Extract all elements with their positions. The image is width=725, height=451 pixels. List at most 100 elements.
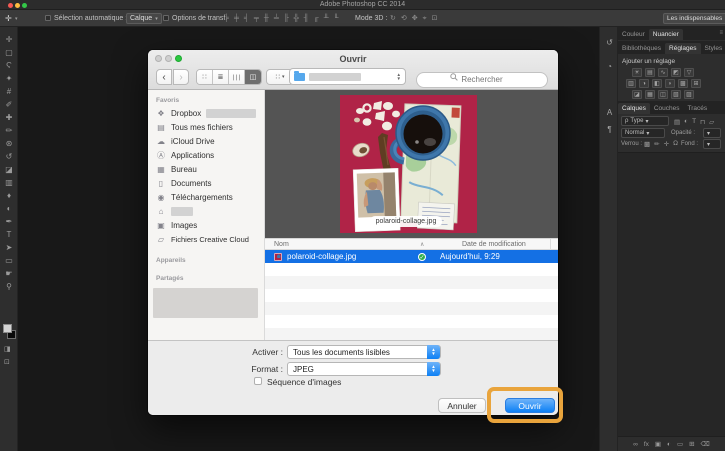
- empty-list-row[interactable]: [265, 289, 558, 302]
- adjustment-icon[interactable]: ▧: [671, 90, 681, 99]
- sidebar-item-applications[interactable]: Ⓐ Applications: [156, 149, 261, 162]
- brush-tool[interactable]: ✏: [1, 124, 17, 137]
- icon-view-button[interactable]: ∷: [197, 70, 213, 84]
- layer-filter-icon[interactable]: ◐: [684, 118, 688, 126]
- tab-bibliotheques[interactable]: Bibliothèques: [618, 43, 665, 54]
- character-panel-icon[interactable]: A: [600, 108, 619, 117]
- screen-mode-icon[interactable]: ⊡: [4, 358, 10, 366]
- sidebar-item-downloads[interactable]: ◉ Téléchargements: [156, 191, 261, 204]
- adjustment-icon[interactable]: ☀: [632, 68, 642, 77]
- align-icon[interactable]: ╬: [294, 14, 299, 23]
- eraser-tool[interactable]: ◪: [1, 163, 17, 176]
- sidebar-item-documents[interactable]: ▯ Documents: [156, 177, 261, 190]
- adjustment-icon[interactable]: ▦: [645, 90, 655, 99]
- adjustment-icon[interactable]: ∿: [658, 68, 668, 77]
- auto-select-target-dropdown[interactable]: Calque ▾: [126, 13, 162, 24]
- workspace-dropdown[interactable]: Les indispensables ▾: [663, 13, 725, 24]
- enable-select[interactable]: Tous les documents lisibles ▲ ▼: [287, 345, 441, 359]
- blend-mode-dropdown[interactable]: Normal ▾: [621, 128, 665, 138]
- sidebar-item-creative-cloud-files[interactable]: ▱ Fichiers Creative Cloud: [156, 233, 261, 246]
- lock-icon[interactable]: ✛: [664, 140, 669, 148]
- history-brush-tool[interactable]: ↺: [1, 150, 17, 163]
- tab-reglages[interactable]: Réglages: [665, 43, 701, 54]
- eyedropper-tool[interactable]: ✐: [1, 98, 17, 111]
- link-layers-icon[interactable]: ∞: [633, 441, 638, 448]
- sidebar-item-images[interactable]: ▣ Images: [156, 219, 261, 232]
- panel-menu-icon[interactable]: ≡: [719, 30, 723, 36]
- paragraph-panel-icon[interactable]: ¶: [600, 125, 619, 134]
- zoom-tool[interactable]: ⚲: [1, 280, 17, 293]
- lock-icon[interactable]: ▩: [644, 140, 650, 148]
- align-icon[interactable]: ╙: [334, 14, 339, 23]
- align-icon[interactable]: ╧: [274, 14, 279, 23]
- hand-tool[interactable]: ☛: [1, 267, 17, 280]
- pen-tool[interactable]: ✒: [1, 215, 17, 228]
- empty-list-row[interactable]: [265, 315, 558, 328]
- sidebar-item-icloud-drive[interactable]: ☁ iCloud Drive: [156, 135, 261, 148]
- align-icon[interactable]: ╡: [244, 14, 249, 23]
- tab-nuancier[interactable]: Nuancier: [648, 29, 683, 40]
- lock-icon[interactable]: Ω: [673, 140, 678, 148]
- layer-filter-icon[interactable]: T: [692, 118, 696, 126]
- align-icon[interactable]: ╢: [304, 14, 309, 23]
- mode-3d-icon[interactable]: ⊡: [432, 14, 438, 23]
- fill-dropdown[interactable]: ▾: [703, 139, 721, 149]
- clone-stamp-tool[interactable]: ⊛: [1, 137, 17, 150]
- adjustment-icon[interactable]: ◑: [639, 79, 649, 88]
- adjustment-icon[interactable]: ◫: [658, 90, 668, 99]
- preview-image[interactable]: [340, 95, 477, 233]
- tab-calques[interactable]: Calques: [618, 103, 650, 114]
- adjustment-icon[interactable]: ▽: [684, 68, 694, 77]
- adjustment-icon[interactable]: ▨: [684, 90, 694, 99]
- file-row-selected[interactable]: polaroid-collage.jpg ✓ Aujourd'hui, 9:29: [265, 250, 558, 263]
- new-group-icon[interactable]: ▭: [677, 440, 683, 448]
- mode-3d-icon[interactable]: ⌖: [423, 14, 427, 23]
- tool-preset-caret-icon[interactable]: ▾: [15, 16, 18, 22]
- marquee-tool[interactable]: ▢: [1, 46, 17, 59]
- align-icon[interactable]: ╫: [264, 14, 269, 23]
- new-layer-icon[interactable]: ⊞: [689, 440, 694, 448]
- type-tool[interactable]: T: [1, 228, 17, 241]
- sidebar-item-all-my-files[interactable]: ▤ Tous mes fichiers: [156, 121, 261, 134]
- add-mask-icon[interactable]: ▣: [655, 440, 661, 448]
- lasso-tool[interactable]: Ϛ: [1, 59, 17, 72]
- layer-filter-icon[interactable]: ▤: [674, 118, 680, 126]
- cancel-button[interactable]: Annuler: [438, 398, 486, 413]
- transform-controls-checkbox[interactable]: [163, 15, 169, 21]
- quick-mask-icon[interactable]: ◨: [4, 345, 11, 353]
- adjustment-icon[interactable]: ▩: [678, 79, 688, 88]
- gradient-tool[interactable]: ▥: [1, 176, 17, 189]
- date-column-header[interactable]: Date de modification: [462, 241, 526, 248]
- move-tool[interactable]: ✛: [1, 33, 17, 46]
- format-select[interactable]: JPEG ▲ ▼: [287, 362, 441, 376]
- tab-couleur[interactable]: Couleur: [618, 29, 649, 40]
- sidebar-item-desktop[interactable]: ▦ Bureau: [156, 163, 261, 176]
- align-icon[interactable]: ╪: [234, 14, 239, 23]
- adjustment-icon[interactable]: ▥: [626, 79, 636, 88]
- empty-list-row[interactable]: [265, 263, 558, 276]
- coverflow-view-button[interactable]: ◫: [245, 70, 261, 84]
- empty-list-row[interactable]: [265, 302, 558, 315]
- path-selection-tool[interactable]: ➤: [1, 241, 17, 254]
- blur-tool[interactable]: ♦: [1, 189, 17, 202]
- mode-3d-icon[interactable]: ✥: [412, 14, 418, 23]
- opacity-dropdown[interactable]: ▾: [703, 128, 721, 138]
- shape-tool[interactable]: ▭: [1, 254, 17, 267]
- adjustment-icon[interactable]: ▤: [645, 68, 655, 77]
- sidebar-item-dropbox[interactable]: ❖ Dropbox: [156, 107, 261, 120]
- adjustment-icon[interactable]: ◪: [632, 90, 642, 99]
- tab-traces[interactable]: Tracés: [684, 103, 712, 114]
- tab-couches[interactable]: Couches: [650, 103, 684, 114]
- adjustment-icon[interactable]: ◧: [652, 79, 662, 88]
- layer-style-icon[interactable]: fx: [644, 441, 649, 448]
- location-dropdown[interactable]: ▲ ▼: [289, 68, 406, 85]
- adjustment-icon[interactable]: ◗: [665, 79, 675, 88]
- forward-button[interactable]: ›: [173, 69, 189, 85]
- align-icon[interactable]: ╓: [314, 14, 319, 23]
- align-icon[interactable]: ╟: [284, 14, 289, 23]
- layer-filter-icon[interactable]: ⊓: [700, 118, 705, 126]
- layer-filter-icon[interactable]: ▱: [709, 118, 714, 126]
- healing-brush-tool[interactable]: ✚: [1, 111, 17, 124]
- foreground-color-swatch[interactable]: [3, 324, 12, 333]
- list-view-button[interactable]: ≣: [213, 70, 229, 84]
